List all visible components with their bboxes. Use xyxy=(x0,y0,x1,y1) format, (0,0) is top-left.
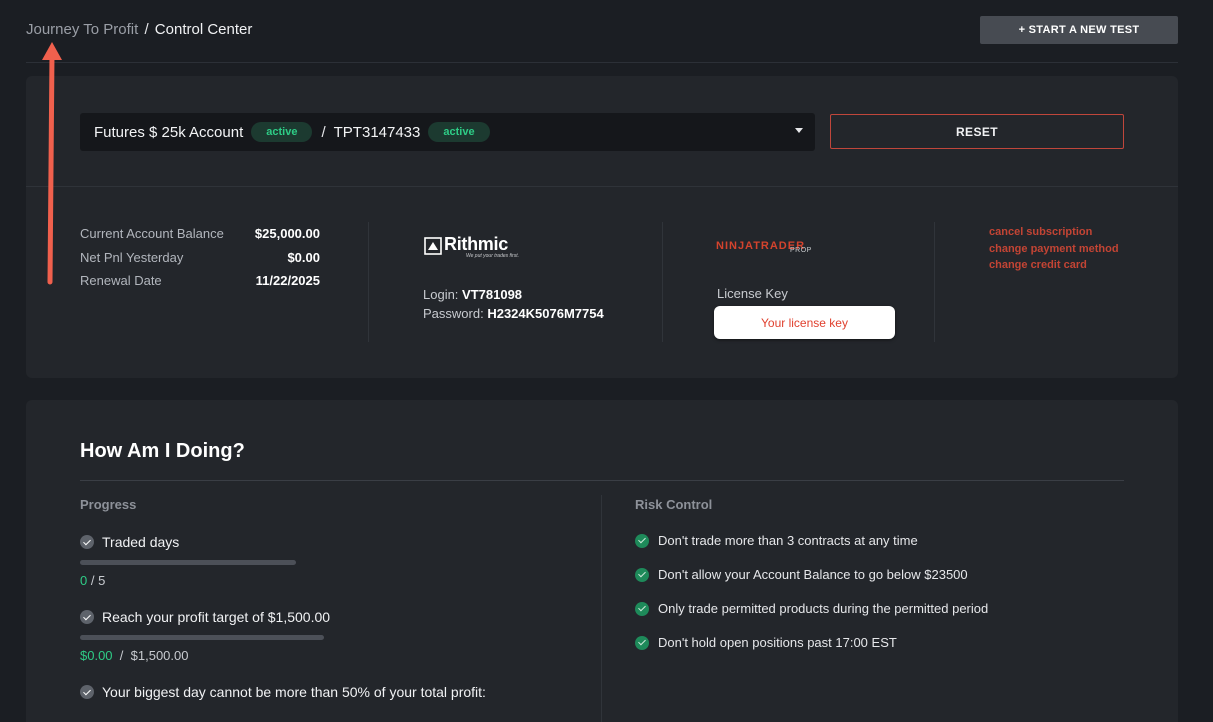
risk-item: Don't allow your Account Balance to go b… xyxy=(635,566,968,582)
header-divider xyxy=(26,62,1178,63)
progress-item-traded-days: Traded days xyxy=(80,533,179,550)
chevron-down-icon[interactable] xyxy=(795,128,803,133)
breadcrumb-separator: / xyxy=(144,21,149,38)
stat-value: 11/22/2025 xyxy=(255,273,320,288)
how-am-i-doing-card: How Am I Doing? Progress Risk Control Tr… xyxy=(26,400,1178,722)
risk-item: Don't hold open positions past 17:00 EST xyxy=(635,634,897,650)
account-id: TPT3147433 xyxy=(333,123,421,141)
progress-current: $0.00 xyxy=(80,648,113,663)
vertical-divider xyxy=(368,222,369,342)
check-icon xyxy=(80,685,94,700)
account-stats: Current Account Balance $25,000.00 Net P… xyxy=(80,224,320,295)
login-value: VT781098 xyxy=(462,287,523,302)
risk-item: Only trade permitted products during the… xyxy=(635,600,988,616)
section-title: How Am I Doing? xyxy=(80,440,245,462)
risk-item-text: Don't trade more than 3 contracts at any… xyxy=(658,533,918,549)
progress-label: Progress xyxy=(80,497,137,512)
account-id-status-badge: active xyxy=(428,122,490,142)
check-icon xyxy=(635,601,649,616)
password-row: Password: H2324K5076M7754 xyxy=(423,304,604,323)
account-separator: / xyxy=(321,123,326,141)
stat-label: Renewal Date xyxy=(80,273,162,288)
license-key-button[interactable]: Your license key xyxy=(714,306,895,339)
check-icon xyxy=(635,567,649,582)
stat-value: $0.00 xyxy=(287,249,320,265)
risk-item-text: Don't allow your Account Balance to go b… xyxy=(658,567,968,583)
change-credit-card-link[interactable]: change credit card xyxy=(989,257,1119,274)
vertical-divider xyxy=(662,222,663,342)
column-divider xyxy=(601,495,602,722)
account-name: Futures $ 25k Account xyxy=(94,123,244,141)
check-icon xyxy=(635,635,649,650)
progress-target: $1,500.00 xyxy=(130,648,189,663)
stat-label: Net Pnl Yesterday xyxy=(80,249,184,265)
account-select[interactable]: Futures $ 25k Account active / TPT314743… xyxy=(80,113,815,151)
progress-item-text: Traded days xyxy=(102,534,180,551)
ninjatrader-logo-sub: PROP xyxy=(790,247,812,254)
password-label: Password: xyxy=(423,306,484,321)
breadcrumb: Journey To Profit / Control Center xyxy=(26,20,252,40)
account-card: Futures $ 25k Account active / TPT314743… xyxy=(26,76,1178,378)
account-status-badge: active xyxy=(251,122,313,142)
progress-target: 5 xyxy=(98,573,106,588)
progress-separator: / xyxy=(119,648,124,663)
progress-current: 0 xyxy=(80,573,88,588)
progress-count-traded-days: 0 / 5 xyxy=(80,573,105,588)
license-key-label: License Key xyxy=(717,286,788,301)
check-icon xyxy=(635,533,649,548)
rithmic-mark-icon xyxy=(424,237,442,255)
progress-count-profit-target: $0.00 / $1,500.00 xyxy=(80,648,188,663)
progress-item-biggest-day: Your biggest day cannot be more than 50%… xyxy=(80,683,486,700)
stat-value: $25,000.00 xyxy=(254,226,320,241)
progress-bar-profit-target xyxy=(80,635,324,640)
risk-item-text: Don't hold open positions past 17:00 EST xyxy=(658,635,897,651)
section-divider xyxy=(80,480,1124,481)
page-title: Control Center xyxy=(154,21,253,38)
cancel-subscription-link[interactable]: cancel subscription xyxy=(989,224,1119,241)
progress-item-text: Reach your profit target of $1,500.00 xyxy=(102,609,331,626)
stat-label: Current Account Balance xyxy=(80,226,224,241)
risk-item-text: Only trade permitted products during the… xyxy=(658,601,989,617)
risk-control-label: Risk Control xyxy=(635,497,713,512)
breadcrumb-link-journey[interactable]: Journey To Profit xyxy=(26,21,138,38)
risk-item: Don't trade more than 3 contracts at any… xyxy=(635,532,918,548)
stat-row-net-pnl: Net Pnl Yesterday $0.00 xyxy=(80,248,320,272)
progress-item-text: Your biggest day cannot be more than 50%… xyxy=(102,684,486,701)
annotation-arrow-head xyxy=(42,42,62,60)
progress-bar-traded-days xyxy=(80,560,296,565)
stat-row-balance: Current Account Balance $25,000.00 xyxy=(80,224,320,248)
card-divider xyxy=(26,186,1178,187)
rithmic-logo-text: Rithmic xyxy=(444,234,508,254)
ninjatrader-logo: NINJATRADER PROP xyxy=(716,236,811,254)
login-row: Login: VT781098 xyxy=(423,285,604,304)
stat-row-renewal: Renewal Date 11/22/2025 xyxy=(80,271,320,295)
vertical-divider xyxy=(934,222,935,342)
progress-separator: / xyxy=(90,573,95,588)
change-payment-method-link[interactable]: change payment method xyxy=(989,241,1119,258)
reset-button[interactable]: RESET xyxy=(830,114,1124,149)
login-label: Login: xyxy=(423,287,459,302)
check-icon xyxy=(80,610,94,625)
subscription-links: cancel subscription change payment metho… xyxy=(989,224,1119,274)
progress-item-profit-target: Reach your profit target of $1,500.00 xyxy=(80,608,330,625)
rithmic-credentials: Login: VT781098 Password: H2324K5076M775… xyxy=(423,285,604,323)
rithmic-logo: Rithmic We put your trades first. xyxy=(424,234,524,262)
start-new-test-button[interactable]: + START A NEW TEST xyxy=(980,16,1178,44)
rithmic-tagline: We put your trades first. xyxy=(466,253,519,259)
check-icon xyxy=(80,535,94,550)
password-value: H2324K5076M7754 xyxy=(487,306,604,321)
